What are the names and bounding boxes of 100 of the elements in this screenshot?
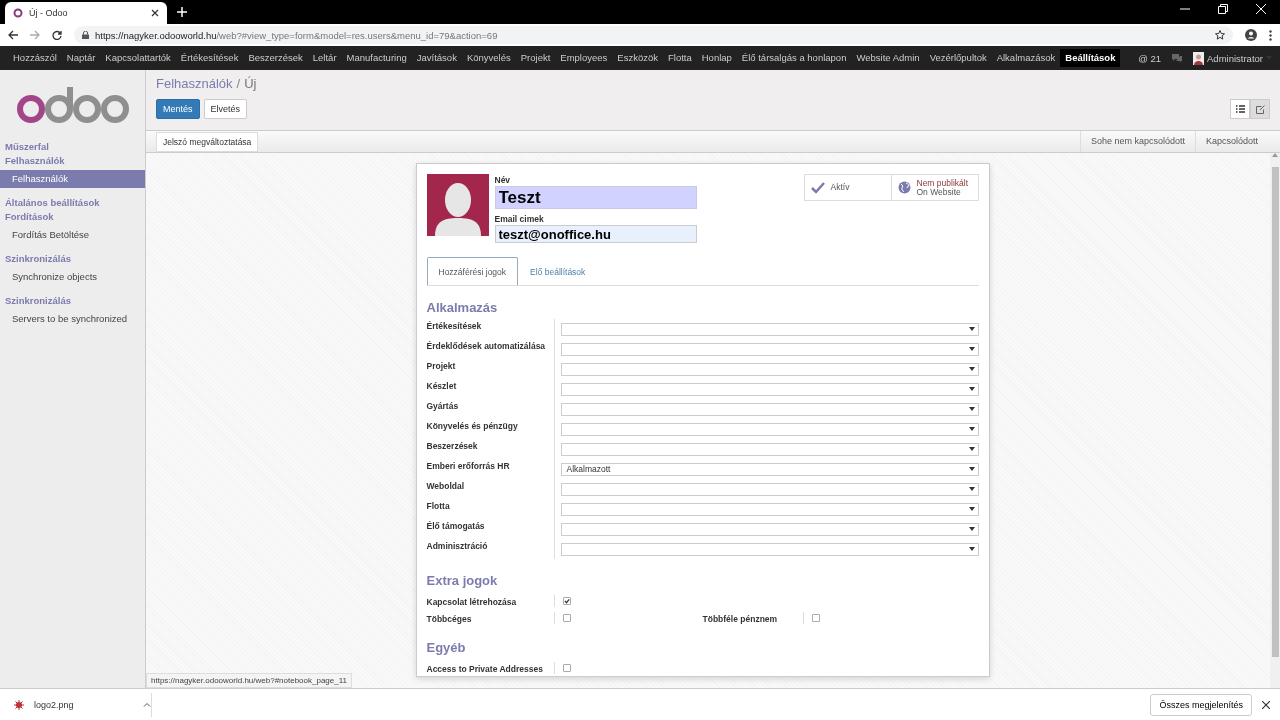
checkbox[interactable] xyxy=(562,596,571,605)
select-field[interactable] xyxy=(560,382,979,396)
menu-item[interactable]: Eszközök xyxy=(612,49,663,67)
close-icon[interactable] xyxy=(1262,700,1270,709)
field-label: Flotta xyxy=(426,500,451,511)
status-url: https://nagyker.odooworld.hu/web?#notebook_page_11 xyxy=(146,673,352,688)
sidebar-item[interactable]: Servers to be synchronized xyxy=(0,310,145,328)
select-field[interactable] xyxy=(560,522,979,536)
checkbox[interactable] xyxy=(811,613,820,622)
checkbox[interactable] xyxy=(562,613,571,622)
breadcrumb-current: Új xyxy=(244,76,257,91)
select-field[interactable] xyxy=(560,402,979,416)
select-field[interactable] xyxy=(560,542,979,556)
breadcrumb-separator: / xyxy=(236,76,241,91)
menu-item[interactable]: Javítások xyxy=(411,49,462,67)
field-label: Készlet xyxy=(426,380,458,391)
forward-icon[interactable] xyxy=(30,30,40,40)
email-field[interactable]: teszt@onoffice.hu xyxy=(494,225,697,243)
globe-icon xyxy=(897,181,911,194)
select-field[interactable] xyxy=(560,322,979,336)
show-all-button[interactable]: Összes megjelenítés xyxy=(1150,693,1252,716)
avatar-placeholder xyxy=(426,174,489,236)
menu-item[interactable]: Leltár xyxy=(307,49,342,67)
tab[interactable]: Elő beállítások xyxy=(518,257,598,285)
select-field[interactable] xyxy=(560,362,979,376)
select-field[interactable]: Alkalmazott xyxy=(560,462,979,476)
menu-item[interactable]: Vezérlőpultok xyxy=(924,49,992,67)
scrollbar-thumb[interactable] xyxy=(1271,167,1279,657)
tab[interactable]: Hozzáférési jogok xyxy=(426,257,519,285)
menu-item[interactable]: Flotta xyxy=(662,49,697,67)
menu-item[interactable]: Hozzászól xyxy=(8,49,62,67)
sidebar-heading: Szinkronizálás xyxy=(4,294,72,308)
menu-item[interactable]: Projekt xyxy=(515,49,556,67)
field-label: Név xyxy=(494,175,512,185)
caret-icon xyxy=(968,547,975,551)
menu-item[interactable]: Honlap xyxy=(696,49,737,67)
account-icon[interactable] xyxy=(1245,29,1257,41)
select-field[interactable] xyxy=(560,442,979,456)
menu-item[interactable]: Alkalmazások xyxy=(991,49,1061,67)
sidebar-item[interactable]: Fordítás Betöltése xyxy=(0,226,145,244)
change-password-button[interactable]: Jelszó megváltoztatása xyxy=(156,131,259,152)
caret-icon xyxy=(968,387,975,391)
caret-icon xyxy=(968,467,975,471)
list-icon xyxy=(1235,105,1245,113)
menu-item[interactable]: Könyvelés xyxy=(461,49,516,67)
restore-icon[interactable] xyxy=(1218,4,1228,14)
checkbox[interactable] xyxy=(562,663,571,672)
name-field[interactable]: Teszt xyxy=(494,186,697,209)
odoo-logo-icon xyxy=(13,8,23,18)
select-field[interactable] xyxy=(560,502,979,516)
select-field[interactable] xyxy=(560,482,979,496)
list-view-button[interactable] xyxy=(1230,99,1250,119)
discard-button[interactable]: Elvetés xyxy=(203,99,248,119)
sidebar-item[interactable]: Felhasználók xyxy=(0,170,145,188)
menu-item[interactable]: Manufacturing xyxy=(341,49,412,67)
status-stage: Sohe nem kapcsolódott xyxy=(1080,131,1196,152)
caret-icon xyxy=(968,507,975,511)
download-item[interactable]: logo2.png xyxy=(10,692,152,717)
menu-item[interactable]: Naptár xyxy=(61,49,101,67)
browser-tab[interactable]: Új - Odoo xyxy=(5,2,167,24)
close-icon[interactable] xyxy=(151,9,159,17)
edit-icon xyxy=(1255,104,1265,114)
user-menu[interactable]: Administrator xyxy=(1207,52,1263,64)
caret-icon xyxy=(968,527,975,531)
field-label: Élő támogatás xyxy=(426,520,486,531)
field-label: Emberi erőforrás HR xyxy=(426,460,511,471)
menu-item[interactable]: Website Admin xyxy=(851,49,925,67)
chat-icon[interactable] xyxy=(1171,53,1184,63)
star-icon[interactable] xyxy=(1215,30,1225,40)
menu-item[interactable]: Employees xyxy=(555,49,613,67)
field-label: Kapcsolat létrehozása xyxy=(426,595,518,607)
select-field[interactable] xyxy=(560,342,979,356)
select-field[interactable] xyxy=(560,422,979,436)
sidebar-item[interactable]: Synchronize objects xyxy=(0,268,145,286)
address-bar[interactable]: https://nagyker.odooworld.hu/web?#view_type=form&model=res.users&menu_id=79&action=69 xyxy=(74,26,1233,44)
section-title: Extra jogok xyxy=(426,573,499,588)
field-label: Projekt xyxy=(426,360,457,371)
more-icon[interactable] xyxy=(1269,29,1272,41)
reload-icon[interactable] xyxy=(52,30,62,40)
menu-item[interactable]: Beállítások xyxy=(1060,49,1121,67)
mentions-counter[interactable]: @ 21 xyxy=(1138,52,1162,64)
section-title: Egyéb xyxy=(426,640,467,655)
section-title: Alkalmazás xyxy=(426,300,499,315)
sidebar-heading: Fordítások xyxy=(4,210,55,224)
save-button[interactable]: Mentés xyxy=(156,99,200,119)
caret-icon xyxy=(968,347,975,351)
website-publish-button[interactable]: Nem publikált On Website xyxy=(890,174,979,201)
breadcrumb-link[interactable]: Felhasználók xyxy=(156,76,233,91)
chevron-up-icon[interactable] xyxy=(143,702,151,707)
caret-icon xyxy=(968,367,975,371)
active-toggle-button[interactable]: Aktív xyxy=(803,174,892,201)
back-icon[interactable] xyxy=(8,30,18,40)
menu-item[interactable]: Beszerzések xyxy=(243,49,308,67)
form-view-button[interactable] xyxy=(1250,99,1270,119)
menu-item[interactable]: Élő társalgás a honlapon xyxy=(736,49,852,67)
menu-item[interactable]: Értékesítések xyxy=(175,49,244,67)
field-label: Weboldal xyxy=(426,480,466,491)
menu-item[interactable]: Kapcsolattartók xyxy=(100,49,176,67)
field-label: Könyvelés és pénzügy xyxy=(426,420,519,431)
field-label: Érdeklődések automatizálása xyxy=(426,340,547,351)
